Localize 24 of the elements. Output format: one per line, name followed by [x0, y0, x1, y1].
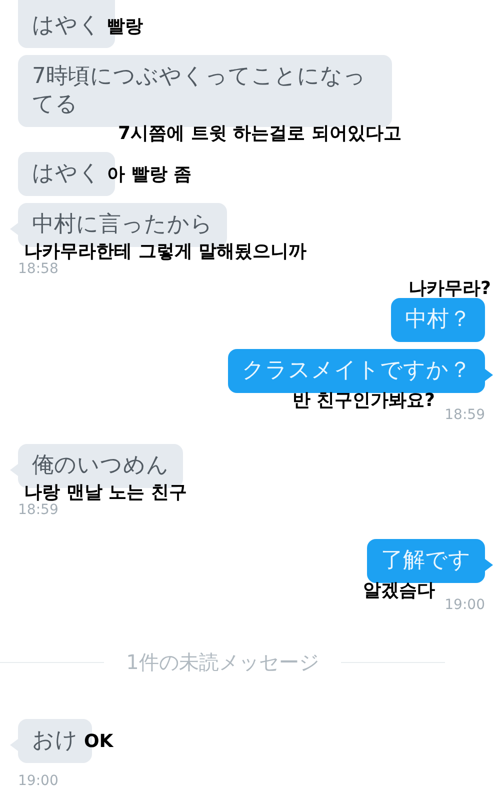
message-text: クラスメイトですか？ [242, 358, 471, 383]
translation-text: OK [84, 731, 114, 753]
message-text: はやく [32, 13, 101, 38]
unread-divider-label: 1件の未読メッセージ [126, 649, 319, 676]
message-time: 18:59 [18, 502, 60, 518]
message-text: 俺のいつめん [32, 453, 169, 478]
message-text: 中村？ [405, 307, 471, 332]
message-text: 7時頃につぶやくってことになってる [32, 64, 366, 117]
message-time: 18:59 [444, 407, 485, 423]
message-time: 18:58 [18, 261, 60, 277]
message-text: 了解です [381, 548, 471, 573]
message-text: 中村に言ったから [32, 212, 213, 237]
translation-text: 7시쯤에 트윗 하는걸로 되어있다고 [118, 123, 402, 145]
translation-text: 알겠슴다 [363, 580, 435, 602]
message-time: 19:00 [18, 773, 60, 789]
translation-text: 반 친구인가봐요? [292, 390, 435, 412]
message-text: おけ [32, 728, 78, 753]
translation-text: 빨랑 [107, 16, 143, 38]
message-time: 19:00 [444, 597, 485, 613]
translation-text: 아 빨랑 좀 [107, 164, 192, 186]
translation-text: 나카무라? [408, 278, 491, 300]
translation-text: 나랑 맨날 노는 친구 [24, 482, 187, 504]
translation-text: 나카무라한테 그렇게 말해됬으니까 [24, 241, 307, 262]
message-text: はやく [32, 161, 101, 186]
